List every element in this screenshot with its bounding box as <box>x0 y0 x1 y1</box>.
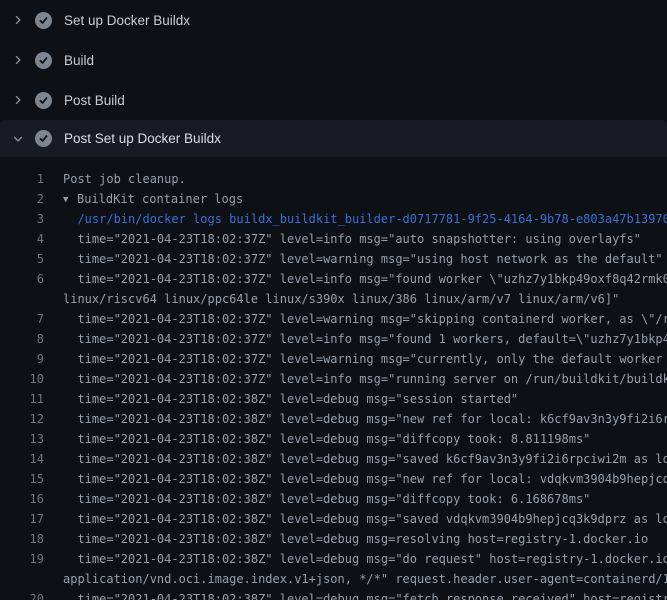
step-row-post-build[interactable]: Post Build <box>0 80 667 120</box>
log-line-text: time="2021-04-23T18:02:37Z" level=warnin… <box>63 309 667 329</box>
log-line-text: time="2021-04-23T18:02:38Z" level=debug … <box>63 589 667 600</box>
step-label: Build <box>64 53 94 68</box>
log-line-number[interactable]: 5 <box>0 249 44 269</box>
log-line: 6 time="2021-04-23T18:02:37Z" level=info… <box>0 269 667 289</box>
log-line: 13 time="2021-04-23T18:02:38Z" level=deb… <box>0 429 667 449</box>
log-line: 16 time="2021-04-23T18:02:38Z" level=deb… <box>0 489 667 509</box>
log-line-number[interactable]: 9 <box>0 349 44 369</box>
log-group-line[interactable]: 2 ▼BuildKit container logs <box>0 189 667 209</box>
log-line-text: time="2021-04-23T18:02:38Z" level=debug … <box>63 549 667 569</box>
log-viewer: 1 Post job cleanup. 2 ▼BuildKit containe… <box>0 157 667 600</box>
log-line: 15 time="2021-04-23T18:02:38Z" level=deb… <box>0 469 667 489</box>
log-line-text: time="2021-04-23T18:02:37Z" level=info m… <box>63 329 667 349</box>
log-line: 8 time="2021-04-23T18:02:37Z" level=info… <box>0 329 667 349</box>
collapse-triangle-icon: ▼ <box>63 190 77 209</box>
log-line: 11 time="2021-04-23T18:02:38Z" level=deb… <box>0 389 667 409</box>
log-line-number[interactable]: 3 <box>0 209 44 229</box>
log-line-text: time="2021-04-23T18:02:38Z" level=debug … <box>63 489 590 509</box>
log-line-number[interactable]: 17 <box>0 509 44 529</box>
log-line-text: time="2021-04-23T18:02:38Z" level=debug … <box>63 389 518 409</box>
log-line-number[interactable]: 4 <box>0 229 44 249</box>
log-line-number[interactable] <box>0 569 44 589</box>
log-line-text: time="2021-04-23T18:02:37Z" level=info m… <box>63 229 641 249</box>
log-line: 4 time="2021-04-23T18:02:37Z" level=info… <box>0 229 667 249</box>
success-check-icon <box>35 52 52 69</box>
log-command-line: 3 /usr/bin/docker logs buildx_buildkit_b… <box>0 209 667 229</box>
log-line: 5 time="2021-04-23T18:02:37Z" level=warn… <box>0 249 667 269</box>
log-line: 7 time="2021-04-23T18:02:37Z" level=warn… <box>0 309 667 329</box>
log-line: linux/riscv64 linux/ppc64le linux/s390x … <box>0 289 667 309</box>
log-line: 18 time="2021-04-23T18:02:38Z" level=deb… <box>0 529 667 549</box>
step-label: Set up Docker Buildx <box>64 13 190 28</box>
log-line: 20 time="2021-04-23T18:02:38Z" level=deb… <box>0 589 667 600</box>
log-line: 14 time="2021-04-23T18:02:38Z" level=deb… <box>0 449 667 469</box>
log-line-text: time="2021-04-23T18:02:37Z" level=warnin… <box>63 249 663 269</box>
log-line-text: application/vnd.oci.image.index.v1+json,… <box>63 569 667 589</box>
log-line-number[interactable]: 18 <box>0 529 44 549</box>
log-line-number[interactable]: 13 <box>0 429 44 449</box>
step-row-post-set-up-docker-buildx[interactable]: Post Set up Docker Buildx <box>0 120 667 157</box>
log-line-text: time="2021-04-23T18:02:38Z" level=debug … <box>63 529 648 549</box>
log-line-number[interactable]: 7 <box>0 309 44 329</box>
success-check-icon <box>35 92 52 109</box>
log-line: 17 time="2021-04-23T18:02:38Z" level=deb… <box>0 509 667 529</box>
job-steps-list: Set up Docker Buildx Build Post Build Po… <box>0 0 667 157</box>
log-line-number[interactable]: 6 <box>0 269 44 289</box>
log-line-text: /usr/bin/docker logs buildx_buildkit_bui… <box>63 209 667 229</box>
log-line-text: time="2021-04-23T18:02:37Z" level=warnin… <box>63 349 667 369</box>
success-check-icon <box>35 130 52 147</box>
chevron-right-icon <box>12 54 24 66</box>
log-line-number[interactable]: 8 <box>0 329 44 349</box>
log-line-number[interactable]: 20 <box>0 589 44 600</box>
log-line-number[interactable]: 10 <box>0 369 44 389</box>
log-line: 9 time="2021-04-23T18:02:37Z" level=warn… <box>0 349 667 369</box>
step-row-build[interactable]: Build <box>0 40 667 80</box>
log-line-text: time="2021-04-23T18:02:37Z" level=info m… <box>63 269 667 289</box>
log-line: 10 time="2021-04-23T18:02:37Z" level=inf… <box>0 369 667 389</box>
step-row-set-up-docker-buildx[interactable]: Set up Docker Buildx <box>0 0 667 40</box>
log-line-text: time="2021-04-23T18:02:38Z" level=debug … <box>63 509 667 529</box>
log-line-number[interactable]: 12 <box>0 409 44 429</box>
log-line-number[interactable]: 11 <box>0 389 44 409</box>
log-line-text: time="2021-04-23T18:02:38Z" level=debug … <box>63 409 667 429</box>
chevron-right-icon <box>12 94 24 106</box>
log-line-number[interactable]: 15 <box>0 469 44 489</box>
log-line-number[interactable]: 2 <box>0 189 44 209</box>
log-line-number[interactable]: 19 <box>0 549 44 569</box>
log-line-text: time="2021-04-23T18:02:38Z" level=debug … <box>63 469 667 489</box>
log-line: 19 time="2021-04-23T18:02:38Z" level=deb… <box>0 549 667 569</box>
log-line-number[interactable] <box>0 289 44 309</box>
success-check-icon <box>35 12 52 29</box>
log-line-text: Post job cleanup. <box>63 169 186 189</box>
log-line-text: linux/riscv64 linux/ppc64le linux/s390x … <box>63 289 619 309</box>
step-label: Post Set up Docker Buildx <box>64 131 221 146</box>
log-line-text: ▼BuildKit container logs <box>63 189 243 209</box>
log-line: application/vnd.oci.image.index.v1+json,… <box>0 569 667 589</box>
log-line-number[interactable]: 14 <box>0 449 44 469</box>
log-line: 1 Post job cleanup. <box>0 169 667 189</box>
log-line-text: time="2021-04-23T18:02:38Z" level=debug … <box>63 429 590 449</box>
log-line: 12 time="2021-04-23T18:02:38Z" level=deb… <box>0 409 667 429</box>
log-line-number[interactable]: 1 <box>0 169 44 189</box>
chevron-down-icon <box>12 133 24 145</box>
chevron-right-icon <box>12 14 24 26</box>
log-line-number[interactable]: 16 <box>0 489 44 509</box>
log-line-text: time="2021-04-23T18:02:37Z" level=info m… <box>63 369 667 389</box>
step-label: Post Build <box>64 93 125 108</box>
log-line-text: time="2021-04-23T18:02:38Z" level=debug … <box>63 449 667 469</box>
log-group-label: BuildKit container logs <box>77 192 243 206</box>
